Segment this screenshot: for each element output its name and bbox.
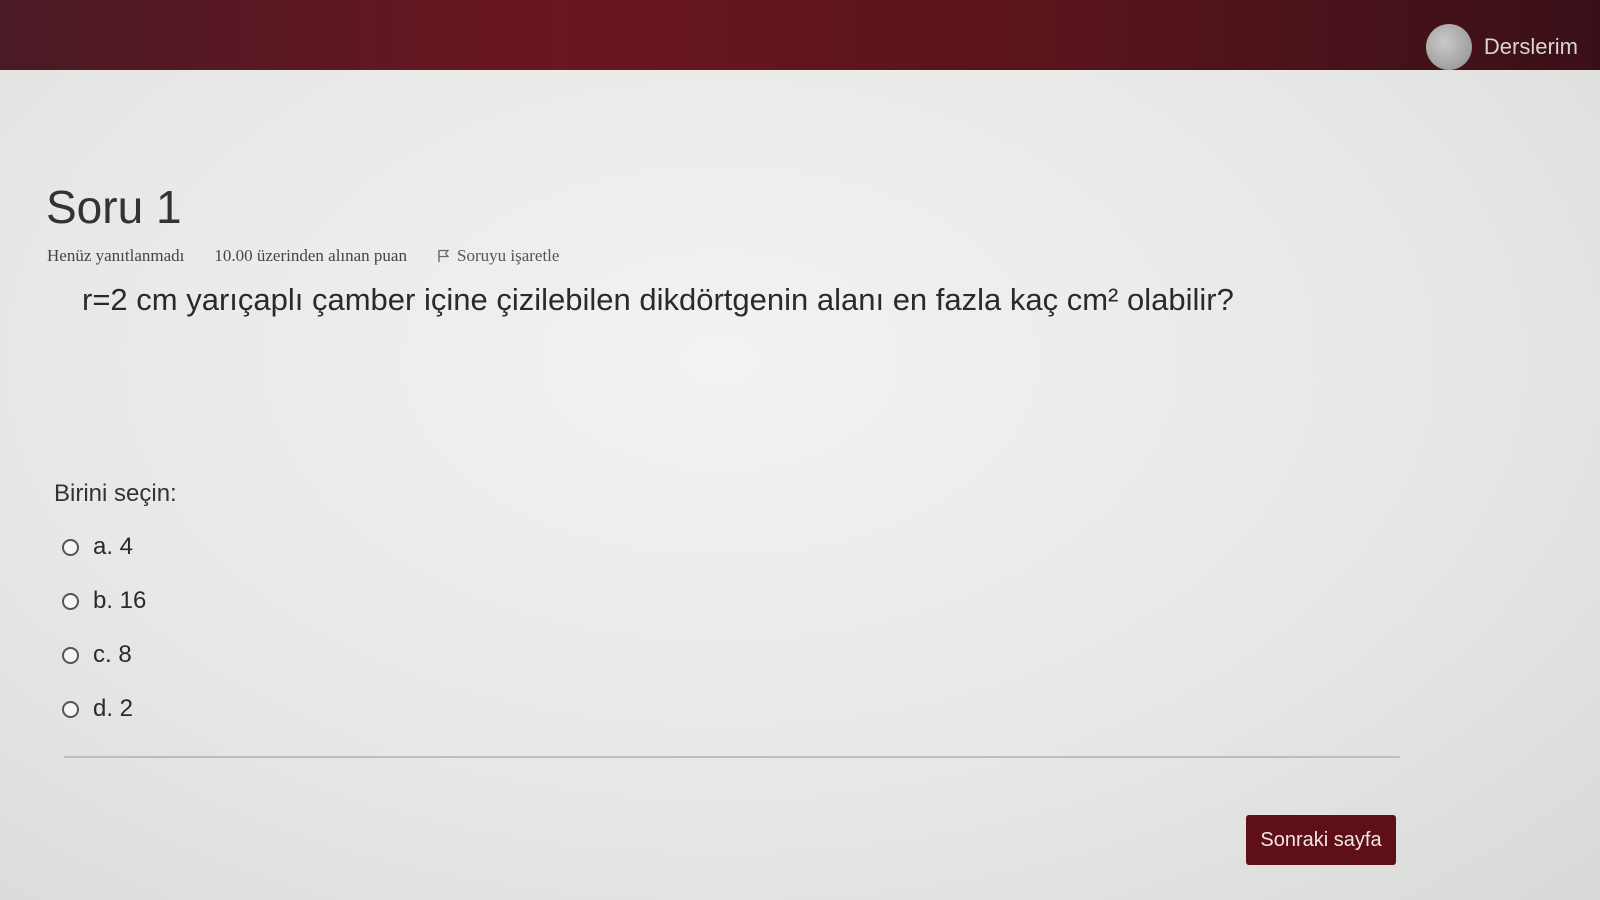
question-title: Soru 1: [46, 181, 182, 233]
answer-option-d[interactable]: d. 2: [62, 682, 146, 736]
avatar[interactable]: [1425, 24, 1472, 70]
divider: [64, 756, 1400, 758]
radio-button[interactable]: [62, 592, 79, 610]
answer-label[interactable]: d. 2: [93, 695, 133, 723]
question-text: r=2 cm yarıçaplı çamber içine çizilebile…: [82, 282, 1234, 317]
radio-button[interactable]: [62, 646, 79, 664]
quiz-content: Soru 1 Henüz yanıtlanmadı 10.00 üzerinde…: [0, 70, 1600, 900]
user-menu-label[interactable]: Derslerim: [1484, 34, 1578, 60]
answer-option-a[interactable]: a. 4: [62, 520, 146, 574]
answer-prompt: Birini seçin:: [54, 480, 177, 507]
question-points: 10.00 üzerinden alınan puan: [214, 246, 407, 265]
answer-option-b[interactable]: b. 16: [62, 574, 146, 628]
flag-question-label[interactable]: Soruyu işaretle: [457, 246, 559, 266]
answer-label[interactable]: c. 8: [93, 641, 132, 669]
next-page-button[interactable]: Sonraki sayfa: [1246, 815, 1396, 865]
question-status: Henüz yanıtlanmadı: [47, 246, 185, 265]
answer-list: a. 4 b. 16 c. 8 d. 2: [62, 520, 146, 736]
flag-icon: [438, 249, 450, 262]
flag-question-link[interactable]: Soruyu işaretle: [437, 246, 559, 266]
user-menu[interactable]: Derslerim: [1425, 22, 1578, 72]
answer-label[interactable]: a. 4: [93, 533, 133, 561]
question-info: Henüz yanıtlanmadı 10.00 üzerinden alına…: [47, 246, 559, 266]
radio-button[interactable]: [62, 538, 79, 556]
answer-label[interactable]: b. 16: [93, 587, 146, 615]
top-navbar: Derslerim: [0, 0, 1600, 70]
radio-button[interactable]: [62, 700, 79, 718]
answer-option-c[interactable]: c. 8: [62, 628, 146, 682]
